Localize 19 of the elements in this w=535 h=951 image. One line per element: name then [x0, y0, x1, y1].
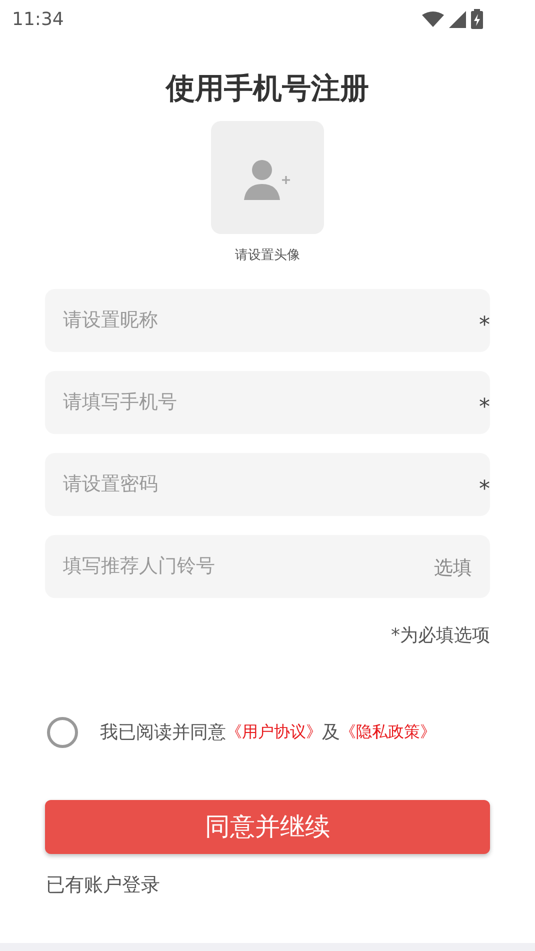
required-note: *为必填选项 [391, 624, 490, 648]
submit-button[interactable]: 同意并继续 [45, 800, 490, 854]
required-marker: * [479, 312, 490, 340]
login-link[interactable]: 已有账户登录 [46, 870, 160, 899]
signal-icon [449, 10, 466, 28]
user-agreement-link[interactable]: 《用户协议》 [226, 720, 322, 744]
page-title: 使用手机号注册 [164, 70, 370, 107]
required-marker: * [479, 476, 490, 504]
avatar-label: 请设置头像 [235, 247, 300, 265]
agreement-joiner: 及 [322, 720, 340, 744]
optional-label: 选填 [434, 556, 472, 580]
avatar-upload-button[interactable] [211, 121, 324, 234]
agreement-checkbox[interactable] [47, 716, 78, 748]
wifi-icon [422, 11, 444, 27]
agreement-text: 我已阅读并同意 [100, 720, 226, 744]
battery-icon [471, 9, 483, 29]
privacy-policy-link[interactable]: 《隐私政策》 [340, 720, 436, 744]
status-time: 11:34 [12, 8, 64, 32]
required-marker: * [479, 394, 490, 422]
